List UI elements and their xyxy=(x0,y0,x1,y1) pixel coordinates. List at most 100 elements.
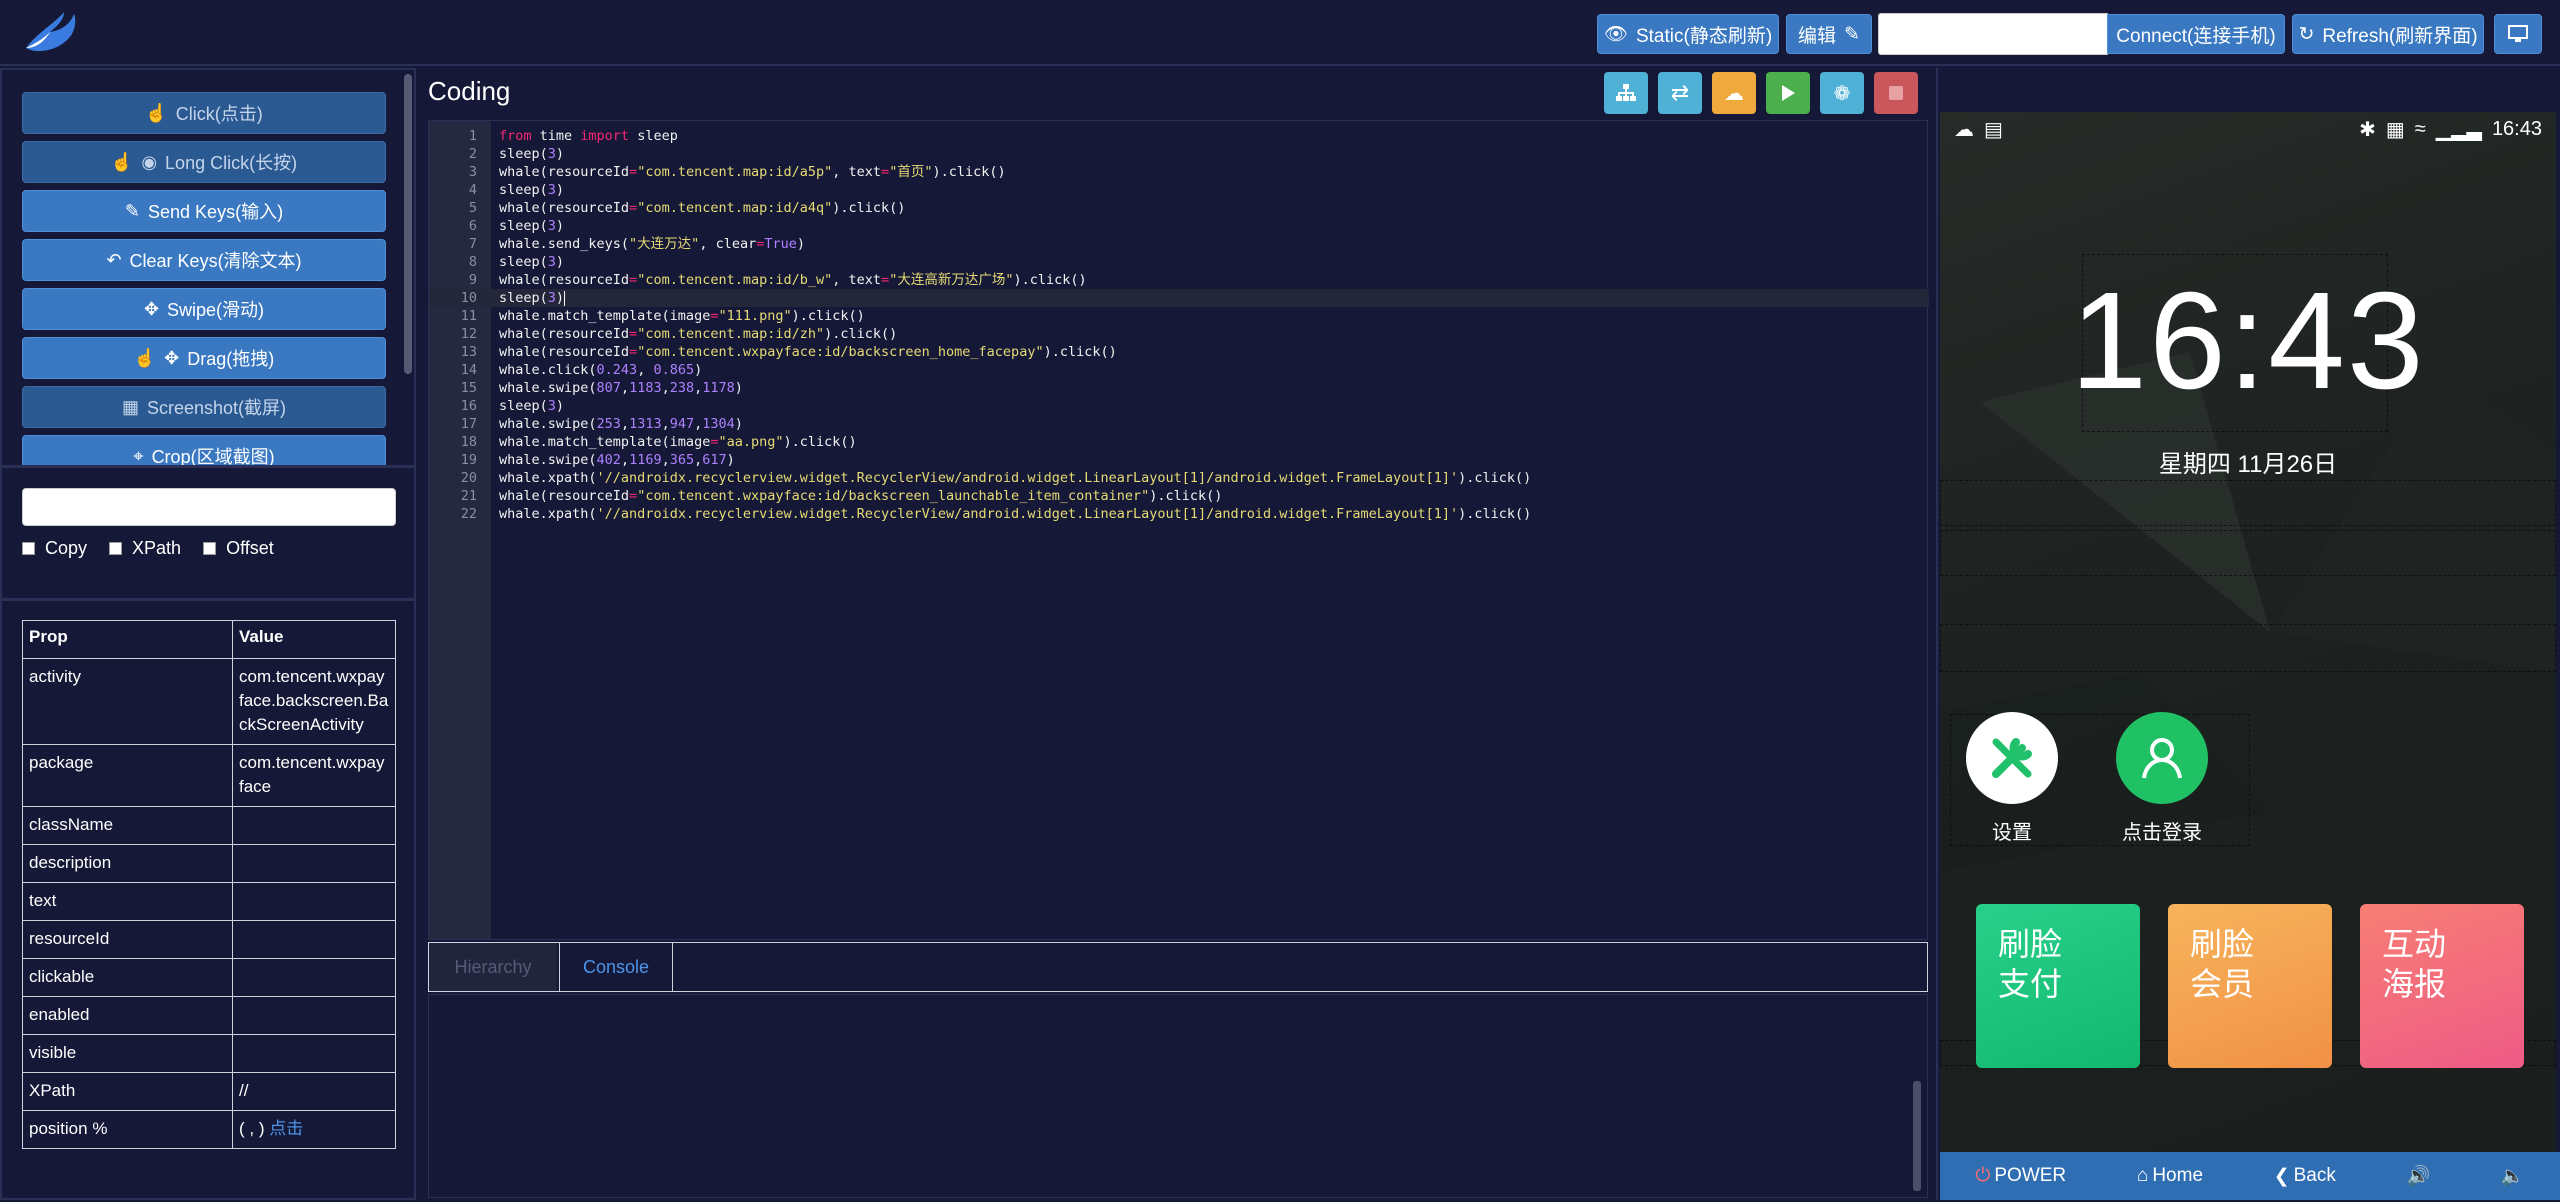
bluetooth-icon: ✱ xyxy=(2359,118,2376,141)
device-address-input[interactable] xyxy=(1878,13,2108,55)
screen-toggle-button[interactable] xyxy=(2494,14,2542,54)
console-scrollbar[interactable] xyxy=(1913,1081,1921,1191)
tab-console[interactable]: Console xyxy=(559,943,673,991)
code-line[interactable]: 14 whale.click(0.243, 0.865) xyxy=(429,361,1929,379)
checkbox-box[interactable] xyxy=(109,542,123,555)
left-panel: ☝ Click(点击) ☝ ◉ Long Click(长按) ✎ Send Ke… xyxy=(0,68,416,1200)
code-line[interactable]: 7 whale.send_keys("大连万达", clear=True) xyxy=(429,235,1929,253)
connect-button[interactable]: Connect(连接手机) xyxy=(2107,14,2285,54)
code-text[interactable]: whale.swipe(807,1183,238,1178) xyxy=(499,379,743,397)
drag-button[interactable]: ☝ ✥ Drag(拖拽) xyxy=(22,337,386,379)
swipe-button[interactable]: ✥ Swipe(滑动) xyxy=(22,288,386,330)
static-refresh-button[interactable]: 👁 Static(静态刷新) xyxy=(1597,14,1779,54)
app-login[interactable]: 点击登录 xyxy=(2092,712,2232,845)
code-line[interactable]: 5 whale(resourceId="com.tencent.map:id/a4… xyxy=(429,199,1929,217)
line-number: 2 xyxy=(468,146,477,162)
stop-button[interactable] xyxy=(1874,72,1918,114)
checkbox-box[interactable] xyxy=(203,542,217,555)
button-list-scrollbar[interactable] xyxy=(404,74,412,374)
code-line[interactable]: 11 whale.match_template(image="111.png").… xyxy=(429,307,1929,325)
code-line[interactable]: 6 sleep(3) xyxy=(429,217,1929,235)
screenshot-button[interactable]: ▦ Screenshot(截屏) xyxy=(22,386,386,428)
code-text[interactable]: whale.match_template(image="aa.png").cli… xyxy=(499,433,857,451)
volume-up-button[interactable]: 🔊 xyxy=(2407,1164,2431,1188)
code-text[interactable]: whale(resourceId="com.tencent.map:id/zh"… xyxy=(499,325,897,343)
click-button[interactable]: ☝ Click(点击) xyxy=(22,92,386,134)
app-settings[interactable]: 设置 xyxy=(1942,712,2082,845)
xpath-checkbox[interactable]: XPath xyxy=(109,538,181,559)
card-face-member[interactable]: 刷脸 会员 xyxy=(2168,904,2332,1068)
code-text[interactable]: from time import sleep xyxy=(499,127,678,145)
code-line[interactable]: 9 whale(resourceId="com.tencent.map:id/b_… xyxy=(429,271,1929,289)
code-text[interactable]: whale(resourceId="com.tencent.wxpayface:… xyxy=(499,487,1222,505)
copy-checkbox[interactable]: Copy xyxy=(22,538,87,559)
code-text[interactable]: whale.xpath('//androidx.recyclerview.wid… xyxy=(499,469,1531,487)
sync-button[interactable]: ⇄ xyxy=(1658,72,1702,114)
code-line[interactable]: 15 whale.swipe(807,1183,238,1178) xyxy=(429,379,1929,397)
prop-key: visible xyxy=(22,1034,233,1073)
tab-hierarchy[interactable]: Hierarchy xyxy=(429,943,557,991)
upload-button[interactable]: ☁ xyxy=(1712,72,1756,114)
code-text[interactable]: sleep(3) xyxy=(499,145,564,163)
long-click-button[interactable]: ☝ ◉ Long Click(长按) xyxy=(22,141,386,183)
card-interactive-poster[interactable]: 互动 海报 xyxy=(2360,904,2524,1068)
click-position-link[interactable]: 点击 xyxy=(269,1119,303,1138)
prop-key: XPath xyxy=(22,1072,233,1111)
line-number: 1 xyxy=(468,128,477,144)
send-keys-button[interactable]: ✎ Send Keys(输入) xyxy=(22,190,386,232)
code-text[interactable]: whale(resourceId="com.tencent.map:id/a5p… xyxy=(499,163,1006,181)
code-line[interactable]: 3 whale(resourceId="com.tencent.map:id/a5… xyxy=(429,163,1929,181)
register-icon: ▤ xyxy=(1984,118,2003,141)
code-text[interactable]: sleep(3) xyxy=(499,397,564,415)
refresh-button[interactable]: ↻ Refresh(刷新界面) xyxy=(2292,14,2484,54)
xpath-input[interactable] xyxy=(22,488,396,526)
code-text[interactable]: whale(resourceId="com.tencent.map:id/a4q… xyxy=(499,199,905,217)
code-text[interactable]: whale.swipe(402,1169,365,617) xyxy=(499,451,735,469)
code-lines[interactable]: 1 from time import sleep 2 sleep(3) 3 whale(r… xyxy=(429,127,1929,523)
code-line[interactable]: 2 sleep(3) xyxy=(429,145,1929,163)
code-text[interactable]: whale(resourceId="com.tencent.wxpayface:… xyxy=(499,343,1117,361)
prop-value: // xyxy=(232,1072,396,1111)
code-line[interactable]: 17 whale.swipe(253,1313,947,1304) xyxy=(429,415,1929,433)
code-line[interactable]: 12 whale(resourceId="com.tencent.map:id/z… xyxy=(429,325,1929,343)
volume-down-button[interactable]: 🔈 xyxy=(2501,1164,2525,1188)
code-line[interactable]: 21 whale(resourceId="com.tencent.wxpayfac… xyxy=(429,487,1929,505)
edit-button[interactable]: 编辑 ✎ xyxy=(1786,14,1872,54)
crop-icon: ⌖ xyxy=(133,445,144,466)
home-button[interactable]: ⌂ Home xyxy=(2137,1165,2203,1187)
code-text[interactable]: sleep(3) xyxy=(499,253,564,271)
code-text[interactable]: whale.send_keys("大连万达", clear=True) xyxy=(499,235,805,253)
checkbox-box[interactable] xyxy=(22,542,35,555)
device-screen[interactable]: ☁ ▤ ✱ ▦ ≈ ▁▂▃ 16:43 16:43 星期四 11月26日 设置 … xyxy=(1940,112,2556,1152)
back-button[interactable]: ❮ Back xyxy=(2274,1165,2336,1188)
hierarchy-button[interactable] xyxy=(1604,72,1648,114)
code-line[interactable]: 10 sleep(3) xyxy=(429,289,1929,307)
code-line[interactable]: 1 from time import sleep xyxy=(429,127,1929,145)
run-button[interactable] xyxy=(1766,72,1810,114)
code-line[interactable]: 18 whale.match_template(image="aa.png").c… xyxy=(429,433,1929,451)
card-face-pay[interactable]: 刷脸 支付 xyxy=(1976,904,2140,1068)
code-line[interactable]: 22 whale.xpath('//androidx.recyclerview.w… xyxy=(429,505,1929,523)
crop-button[interactable]: ⌖ Crop(区域截图) xyxy=(22,435,386,466)
settings-tools-icon xyxy=(1966,712,2058,804)
code-text[interactable]: whale.xpath('//androidx.recyclerview.wid… xyxy=(499,505,1531,523)
code-text[interactable]: whale(resourceId="com.tencent.map:id/b_w… xyxy=(499,271,1087,289)
clear-keys-button[interactable]: ↶ Clear Keys(清除文本) xyxy=(22,239,386,281)
coding-title: Coding xyxy=(428,76,511,106)
offset-checkbox[interactable]: Offset xyxy=(203,538,274,559)
code-line[interactable]: 8 sleep(3) xyxy=(429,253,1929,271)
code-text[interactable]: whale.swipe(253,1313,947,1304) xyxy=(499,415,743,433)
code-line[interactable]: 19 whale.swipe(402,1169,365,617) xyxy=(429,451,1929,469)
code-text[interactable]: whale.click(0.243, 0.865) xyxy=(499,361,702,379)
power-button[interactable]: ⏻ POWER xyxy=(1975,1165,2066,1187)
code-text[interactable]: sleep(3) xyxy=(499,289,566,307)
code-line[interactable]: 13 whale(resourceId="com.tencent.wxpayfac… xyxy=(429,343,1929,361)
code-editor[interactable]: 1 from time import sleep 2 sleep(3) 3 whale(r… xyxy=(428,120,1929,940)
code-text[interactable]: sleep(3) xyxy=(499,217,564,235)
code-line[interactable]: 4 sleep(3) xyxy=(429,181,1929,199)
code-text[interactable]: whale.match_template(image="111.png").cl… xyxy=(499,307,865,325)
code-text[interactable]: sleep(3) xyxy=(499,181,564,199)
code-line[interactable]: 16 sleep(3) xyxy=(429,397,1929,415)
code-line[interactable]: 20 whale.xpath('//androidx.recyclerview.w… xyxy=(429,469,1929,487)
debug-button[interactable]: ❁ xyxy=(1820,72,1864,114)
